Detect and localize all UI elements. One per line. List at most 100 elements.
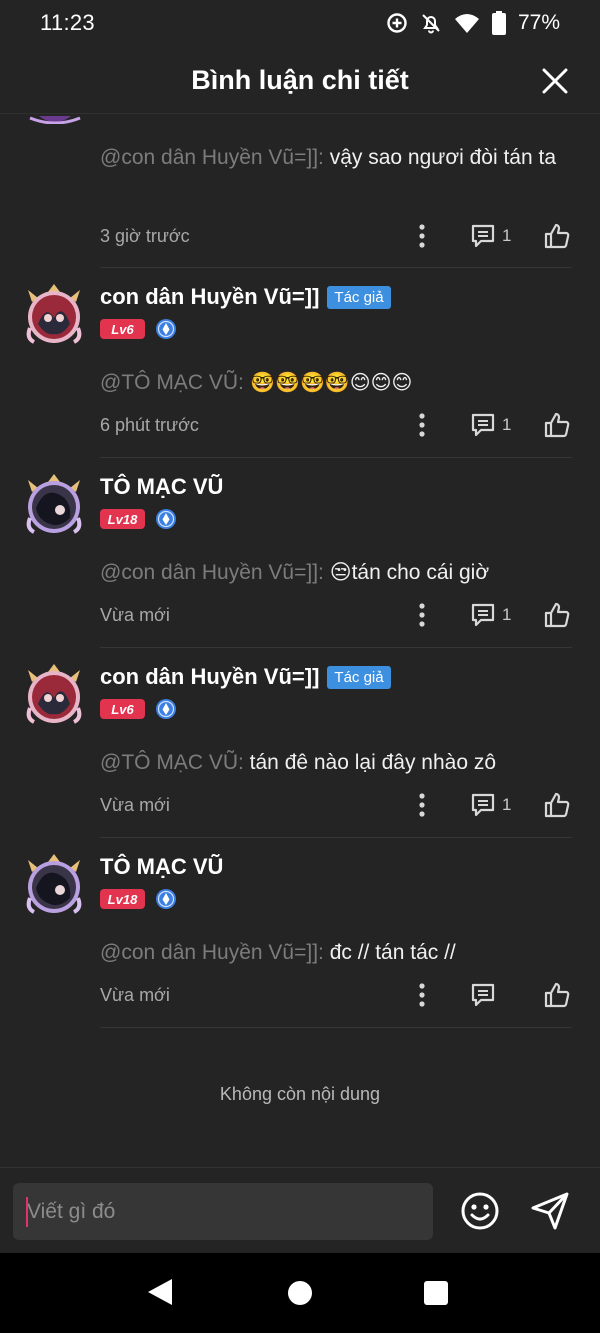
username[interactable]: con dân Huyền Vũ=]] <box>100 284 319 310</box>
level-badge: Lv6 <box>100 319 145 339</box>
reply-count: 1 <box>502 226 512 245</box>
home-button[interactable] <box>288 1281 312 1305</box>
battery-icon <box>491 11 506 35</box>
avatar[interactable] <box>26 116 84 124</box>
comment-text: @TÔ MẠC VŨ: tán đê nào lại đây nhào zô <box>100 746 570 779</box>
comment-timestamp: Vừa mới <box>100 604 170 625</box>
reply-button[interactable]: 1 <box>470 602 514 628</box>
comment-icon <box>471 983 495 1007</box>
comment-body: đc // tán tác // <box>323 941 456 964</box>
username[interactable]: TÔ MẠC VŨ <box>100 854 223 880</box>
comment-input[interactable] <box>13 1183 433 1240</box>
comment-meta: 3 giờ trước 1 <box>100 219 572 253</box>
comment-meta: 6 phút trước 1 <box>100 408 572 442</box>
like-button[interactable] <box>542 790 572 820</box>
comment-mention[interactable]: @con dân Huyền Vũ=]]: <box>100 561 324 584</box>
comment-body: 😒tán cho cái giờ <box>323 561 490 584</box>
comment-body: 🤓🤓🤓🤓😊😊😊 <box>243 370 413 394</box>
divider <box>100 267 572 268</box>
level-badge: Lv18 <box>100 509 145 529</box>
reply-button[interactable] <box>470 982 514 1008</box>
level-badge: Lv6 <box>100 699 145 719</box>
like-button[interactable] <box>542 600 572 630</box>
more-vertical-icon <box>419 603 425 627</box>
back-triangle-icon <box>148 1279 172 1305</box>
notifications-off-icon <box>420 12 442 34</box>
comment-meta: Vừa mới 1 <box>100 788 572 822</box>
comment-body: vậy sao ngươi đòi tán ta <box>323 146 557 169</box>
more-options-button[interactable] <box>412 219 432 253</box>
end-of-list-text: Không còn nội dung <box>219 1084 381 1104</box>
page-title: Bình luận chi tiết <box>191 65 409 95</box>
comment-mention[interactable]: @TÔ MẠC VŨ: <box>100 751 244 774</box>
comment-header: TÔ MẠC VŨ <box>100 474 223 500</box>
comment-icon <box>471 224 495 248</box>
send-button[interactable] <box>529 1190 571 1232</box>
emoji-icon <box>461 1192 499 1230</box>
user-badges: Lv18 <box>100 888 177 910</box>
thumbs-up-icon <box>544 412 570 438</box>
comment-actions: 1 <box>412 408 572 442</box>
comment-body: tán đê nào lại đây nhào zô <box>243 751 497 774</box>
avatar[interactable] <box>24 284 84 348</box>
verified-icon <box>156 699 176 719</box>
reply-button[interactable]: 1 <box>470 792 514 818</box>
user-badges: Lv6 <box>100 318 177 340</box>
more-options-button[interactable] <box>412 788 432 822</box>
reply-button[interactable]: 1 <box>470 412 514 438</box>
more-vertical-icon <box>419 983 425 1007</box>
thumbs-up-icon <box>544 792 570 818</box>
author-badge: Tác giả <box>327 665 391 689</box>
status-icons: 77% <box>386 11 560 35</box>
user-badges: Lv18 <box>100 508 177 530</box>
data-saver-icon <box>386 12 408 34</box>
thumbs-up-icon <box>544 982 570 1008</box>
comment-text: @con dân Huyền Vũ=]]: đc // tán tác // <box>100 936 570 969</box>
author-badge: Tác giả <box>327 285 391 309</box>
comment-header: con dân Huyền Vũ=]] Tác giả <box>100 284 391 310</box>
back-button[interactable] <box>146 1277 174 1312</box>
more-options-button[interactable] <box>412 978 432 1012</box>
divider <box>100 457 572 458</box>
divider <box>100 1027 572 1028</box>
battery-percent: 77% <box>517 11 560 34</box>
comment-meta: Vừa mới <box>100 978 572 1012</box>
reply-button[interactable]: 1 <box>470 223 514 249</box>
username[interactable]: TÔ MẠC VŨ <box>100 474 223 500</box>
emoji-button[interactable] <box>459 1190 501 1232</box>
like-button[interactable] <box>542 410 572 440</box>
system-nav-bar <box>0 1253 600 1333</box>
comment-input-bar <box>0 1167 600 1253</box>
comment-mention[interactable]: @TÔ MẠC VŨ: <box>100 371 244 394</box>
comment-meta: Vừa mới 1 <box>100 598 572 632</box>
thumbs-up-icon <box>544 602 570 628</box>
comment-mention[interactable]: @con dân Huyền Vũ=]]: <box>100 941 324 964</box>
comment-actions: 1 <box>412 219 572 253</box>
comment-list[interactable]: @con dân Huyền Vũ=]]: vậy sao ngươi đòi … <box>0 116 600 1166</box>
more-vertical-icon <box>419 224 425 248</box>
avatar[interactable] <box>24 854 84 918</box>
username[interactable]: con dân Huyền Vũ=]] <box>100 664 319 690</box>
comment-header: TÔ MẠC VŨ <box>100 854 223 880</box>
recent-apps-button[interactable] <box>424 1281 448 1305</box>
avatar[interactable] <box>24 664 84 728</box>
header: Bình luận chi tiết <box>0 48 600 114</box>
comment-mention[interactable]: @con dân Huyền Vũ=]]: <box>100 146 324 169</box>
verified-icon <box>156 509 176 529</box>
comment-icon <box>471 793 495 817</box>
like-button[interactable] <box>542 221 572 251</box>
avatar[interactable] <box>24 474 84 538</box>
close-button[interactable] <box>540 66 570 96</box>
reply-count: 1 <box>502 795 512 814</box>
comment-icon <box>471 603 495 627</box>
verified-icon <box>156 889 176 909</box>
more-vertical-icon <box>419 793 425 817</box>
close-icon <box>542 68 568 94</box>
more-options-button[interactable] <box>412 598 432 632</box>
reply-count: 1 <box>502 415 512 434</box>
comment-actions: 1 <box>412 598 572 632</box>
like-button[interactable] <box>542 980 572 1010</box>
more-options-button[interactable] <box>412 408 432 442</box>
comment-timestamp: Vừa mới <box>100 984 170 1005</box>
verified-icon <box>156 319 176 339</box>
